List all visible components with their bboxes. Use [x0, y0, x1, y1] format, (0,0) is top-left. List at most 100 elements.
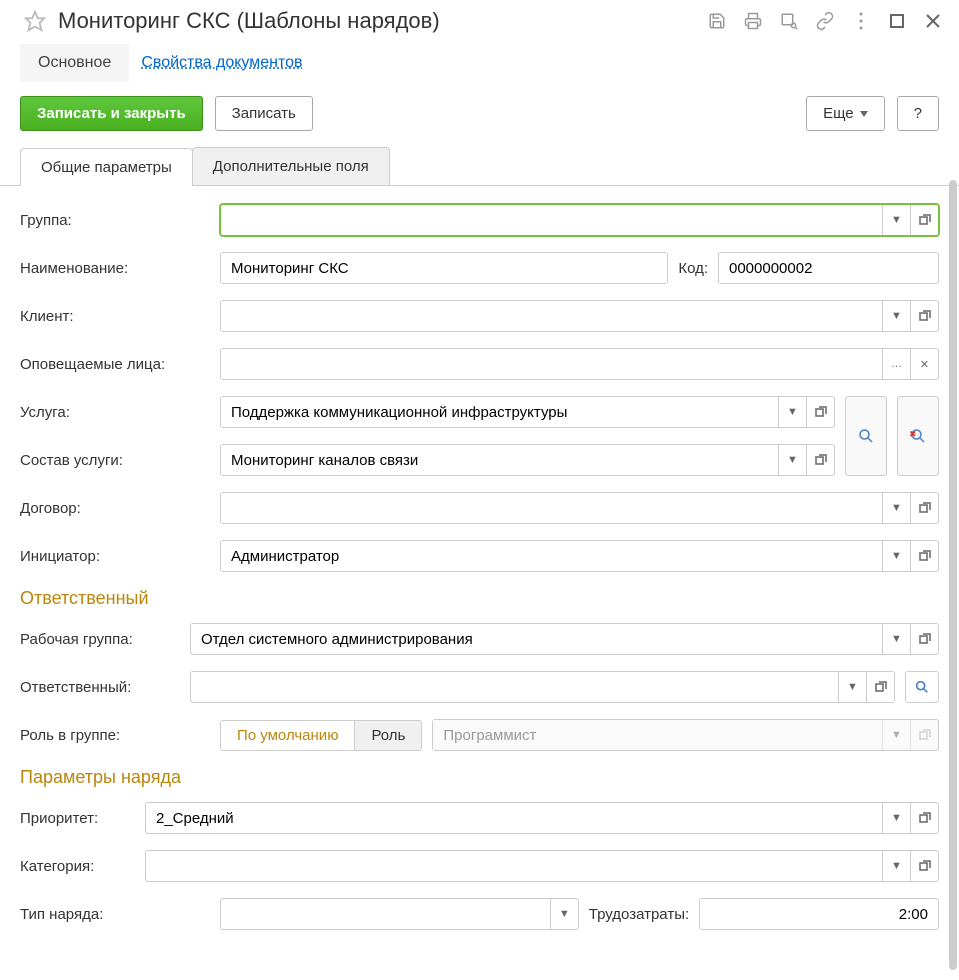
priority-field[interactable]: ▼	[145, 802, 939, 834]
row-service-comp: Состав услуги: ▼	[20, 444, 835, 476]
dropdown-icon[interactable]: ▼	[882, 624, 910, 654]
row-name: Наименование: Код:	[20, 252, 939, 284]
dropdown-icon[interactable]: ▼	[882, 493, 910, 523]
responsible-input[interactable]	[191, 672, 838, 702]
initiator-field[interactable]: ▼	[220, 540, 939, 572]
order-type-label: Тип наряда:	[20, 906, 210, 923]
row-order-type: Тип наряда: ▼ Трудозатраты:	[20, 898, 939, 930]
category-input[interactable]	[146, 851, 882, 881]
vertical-scrollbar[interactable]	[949, 180, 957, 970]
open-icon[interactable]	[910, 493, 938, 523]
name-input[interactable]	[221, 253, 667, 283]
section-order-params: Параметры наряда	[20, 767, 939, 788]
clear-icon[interactable]: ✕	[910, 349, 938, 379]
contract-label: Договор:	[20, 500, 210, 517]
group-label: Группа:	[20, 212, 210, 229]
more-button[interactable]: Еще	[806, 96, 885, 131]
workgroup-field[interactable]: ▼	[190, 623, 939, 655]
service-comp-field[interactable]: ▼	[220, 444, 835, 476]
open-icon[interactable]	[910, 301, 938, 331]
header-actions	[707, 11, 943, 31]
nav-props[interactable]: Свойства документов	[137, 44, 306, 82]
maximize-icon[interactable]	[887, 11, 907, 31]
code-input[interactable]	[719, 253, 938, 283]
service-input[interactable]	[221, 397, 778, 427]
dropdown-icon[interactable]: ▼	[838, 672, 866, 702]
service-field[interactable]: ▼	[220, 396, 835, 428]
row-service: Услуга: ▼	[20, 396, 835, 428]
role-role-toggle[interactable]: Роль	[355, 721, 421, 750]
responsible-label: Ответственный:	[20, 679, 180, 696]
open-icon[interactable]	[910, 541, 938, 571]
link-icon[interactable]	[815, 11, 835, 31]
group-field[interactable]: ▼	[220, 204, 939, 236]
open-icon[interactable]	[866, 672, 894, 702]
save-icon[interactable]	[707, 11, 727, 31]
preview-icon[interactable]	[779, 11, 799, 31]
notified-field[interactable]: … ✕	[220, 348, 939, 380]
open-icon[interactable]	[806, 397, 834, 427]
tab-additional[interactable]: Дополнительные поля	[192, 147, 390, 185]
dropdown-icon[interactable]: ▼	[882, 301, 910, 331]
notified-input[interactable]	[221, 349, 882, 379]
row-role: Роль в группе: По умолчанию Роль ▼	[20, 719, 939, 751]
client-label: Клиент:	[20, 308, 210, 325]
dropdown-icon[interactable]: ▼	[882, 803, 910, 833]
row-priority: Приоритет: ▼	[20, 802, 939, 834]
workgroup-input[interactable]	[191, 624, 882, 654]
client-field[interactable]: ▼	[220, 300, 939, 332]
tab-general[interactable]: Общие параметры	[20, 148, 193, 186]
save-button[interactable]: Записать	[215, 96, 313, 131]
responsible-field[interactable]: ▼	[190, 671, 895, 703]
name-field[interactable]	[220, 252, 668, 284]
nav-main[interactable]: Основное	[20, 44, 129, 82]
favorite-star-icon[interactable]	[24, 10, 46, 32]
client-input[interactable]	[221, 301, 882, 331]
search-responsible-button[interactable]	[905, 671, 939, 703]
row-client: Клиент: ▼	[20, 300, 939, 332]
order-type-input[interactable]	[221, 899, 550, 929]
chevron-down-icon	[860, 111, 868, 117]
ellipsis-icon[interactable]: …	[882, 349, 910, 379]
dropdown-icon[interactable]: ▼	[778, 445, 806, 475]
open-icon[interactable]	[910, 851, 938, 881]
service-label: Услуга:	[20, 404, 210, 421]
section-responsible: Ответственный	[20, 588, 939, 609]
dropdown-icon: ▼	[882, 720, 910, 750]
close-icon[interactable]	[923, 11, 943, 31]
open-icon[interactable]	[910, 803, 938, 833]
toolbar: Записать и закрыть Записать Еще ?	[0, 96, 959, 147]
row-service-group: Услуга: ▼ Состав услуги: ▼	[20, 396, 939, 492]
row-responsible: Ответственный: ▼	[20, 671, 939, 703]
role-default-toggle[interactable]: По умолчанию	[221, 721, 355, 750]
contract-input[interactable]	[221, 493, 882, 523]
open-icon[interactable]	[806, 445, 834, 475]
dropdown-icon[interactable]: ▼	[882, 205, 910, 235]
dropdown-icon[interactable]: ▼	[882, 541, 910, 571]
help-button[interactable]: ?	[897, 96, 939, 131]
open-icon[interactable]	[910, 205, 938, 235]
row-contract: Договор: ▼	[20, 492, 939, 524]
initiator-input[interactable]	[221, 541, 882, 571]
group-input[interactable]	[221, 205, 882, 235]
dropdown-icon[interactable]: ▼	[882, 851, 910, 881]
role-value-field: ▼	[432, 719, 939, 751]
search-service-button[interactable]	[845, 396, 887, 476]
order-type-field[interactable]: ▼	[220, 898, 579, 930]
effort-field[interactable]	[699, 898, 939, 930]
dropdown-icon[interactable]: ▼	[550, 899, 578, 929]
dropdown-icon[interactable]: ▼	[778, 397, 806, 427]
code-field[interactable]	[718, 252, 939, 284]
form-panel: Группа: ▼ Наименование: Код: Клиент: ▼ О…	[0, 186, 959, 948]
menu-dots-icon[interactable]	[851, 11, 871, 31]
open-icon[interactable]	[910, 624, 938, 654]
role-label: Роль в группе:	[20, 727, 210, 744]
effort-input[interactable]	[700, 899, 938, 929]
priority-input[interactable]	[146, 803, 882, 833]
print-icon[interactable]	[743, 11, 763, 31]
contract-field[interactable]: ▼	[220, 492, 939, 524]
save-close-button[interactable]: Записать и закрыть	[20, 96, 203, 131]
category-field[interactable]: ▼	[145, 850, 939, 882]
clear-service-button[interactable]	[897, 396, 939, 476]
service-comp-input[interactable]	[221, 445, 778, 475]
